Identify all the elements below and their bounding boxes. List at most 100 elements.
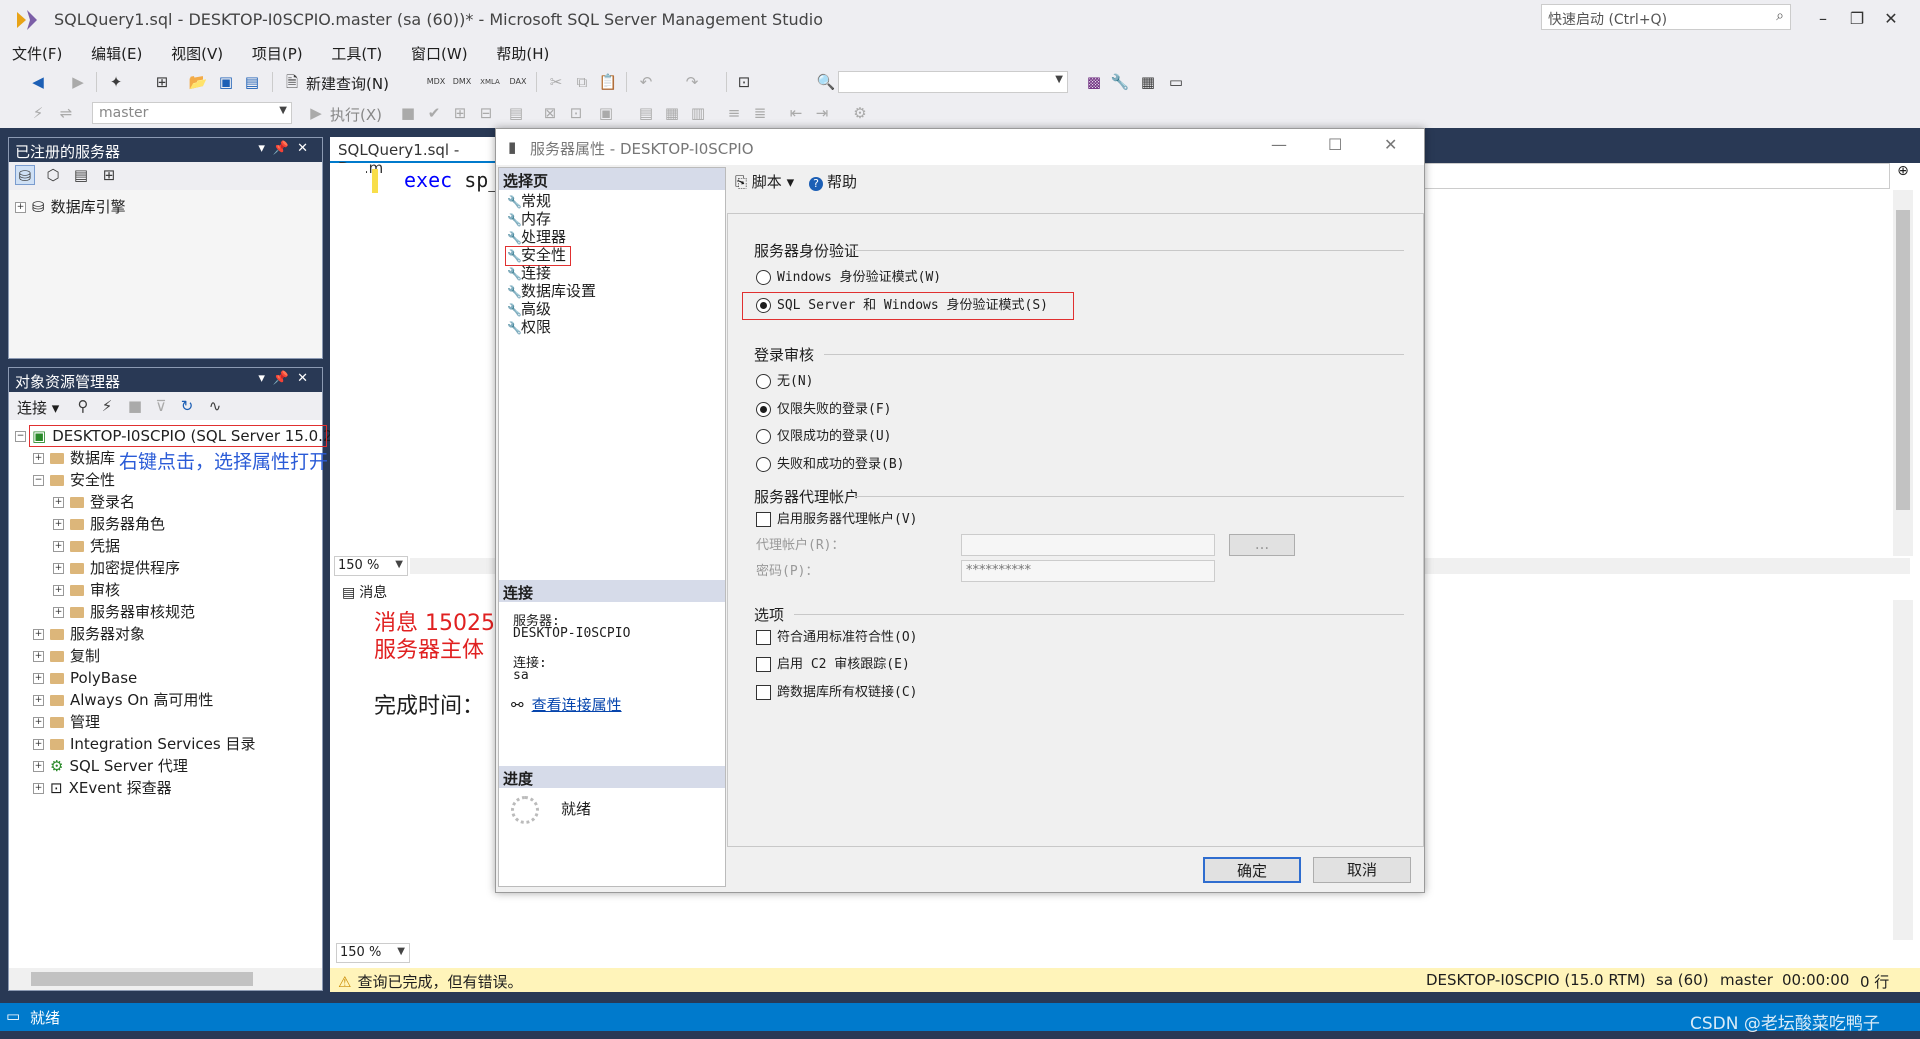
filter-icon[interactable]: ⊽ [151,396,171,416]
outdent-icon[interactable]: ⇤ [786,103,806,123]
zoom-select-bottom[interactable]: 150 % ▼ [336,943,410,963]
find-icon[interactable]: 🔍 [816,72,836,92]
execute-button[interactable]: 执行(X) [330,104,382,125]
stop-icon[interactable]: ■ [398,103,418,123]
save-icon[interactable]: ▣ [216,72,236,92]
reporting-services-icon[interactable]: ▤ [71,165,91,185]
tree-node-polybase[interactable]: + PolyBase [33,667,137,689]
tree-node-management[interactable]: + 管理 [33,711,100,733]
estimated-plan-icon[interactable]: ⊞ [450,103,470,123]
dialog-close-button[interactable]: ✕ [1384,135,1397,154]
split-icon[interactable]: ⊕ [1893,163,1913,185]
tree-node-server-roles[interactable]: + 服务器角色 [53,513,165,535]
menu-project[interactable]: 项目(P) [240,40,315,64]
pin-icon[interactable]: 📌 [273,371,297,386]
proxy-password-input[interactable]: ********** [961,560,1215,582]
connect-dropdown[interactable]: 连接 ▾ [17,397,59,418]
results-text-icon[interactable]: ▤ [636,103,656,123]
proxy-enable-checkbox[interactable]: 启用服务器代理帐户(V) [756,510,917,530]
tree-node-database-engine[interactable]: + ⛁ 数据库引擎 [15,196,126,218]
intellisense-icon[interactable]: ▤ [506,103,526,123]
results-grid-icon[interactable]: ▦ [662,103,682,123]
script-button[interactable]: ⎘ 脚本 ▾ [735,171,794,192]
forward-icon[interactable]: ▶ [68,72,88,92]
view-connection-properties[interactable]: ⚯ 查看连接属性 [511,694,622,715]
copy-icon[interactable]: ⧉ [572,72,592,92]
tree-node-integration-services[interactable]: + Integration Services 目录 [33,733,255,755]
audit-both-radio[interactable]: 失败和成功的登录(B) [756,455,904,475]
cancel-button[interactable]: 取消 [1313,857,1411,883]
properties-icon[interactable]: 🔧 [1110,72,1130,92]
tree-node-always-on[interactable]: + Always On 高可用性 [33,689,213,711]
page-general[interactable]: 🔧常规 [507,192,551,210]
page-memory[interactable]: 🔧内存 [507,210,551,228]
tree-node-security[interactable]: − 安全性 [33,469,115,491]
page-database-settings[interactable]: 🔧数据库设置 [507,282,596,300]
dialog-minimize-button[interactable]: — [1271,135,1287,154]
page-advanced[interactable]: 🔧高级 [507,300,551,318]
option-c2-audit-checkbox[interactable]: 启用 C2 审核跟踪(E) [756,655,910,675]
tree-node-databases[interactable]: + 数据库 [33,447,115,469]
tree-node-logins[interactable]: + 登录名 [53,491,135,513]
find-combo[interactable]: ▼ [838,71,1068,93]
redo-icon[interactable]: ↷ [682,72,702,92]
close-window-button[interactable]: ✕ [1874,6,1908,32]
back-icon[interactable]: ◀ [28,72,48,92]
results-vscroll[interactable] [1893,600,1913,940]
results-file-icon[interactable]: ▥ [688,103,708,123]
editor-vscroll[interactable] [1893,190,1913,556]
change-connection-icon[interactable]: ⇌ [56,103,76,123]
save-all-icon[interactable]: ▤ [242,72,262,92]
auth-windows-radio[interactable]: Windows 身份验证模式(W) [756,268,941,288]
menu-edit[interactable]: 编辑(E) [79,40,154,64]
dax-query-icon[interactable]: DAX [508,72,528,92]
hscroll-thumb[interactable] [31,972,253,986]
zoom-select-top[interactable]: 150 % ▼ [334,556,408,576]
activity-icon[interactable]: ∿ [205,396,225,416]
tree-node-xevent[interactable]: + ⊡ XEvent 探查器 [33,777,172,799]
output-window-icon[interactable]: ▭ [1166,72,1186,92]
audit-success-radio[interactable]: 仅限成功的登录(U) [756,427,891,447]
add-item-icon[interactable]: ⊞ [152,72,172,92]
audit-failed-radio[interactable]: 仅限失败的登录(F) [756,400,891,420]
tree-node-sql-agent[interactable]: + ⚙ SQL Server 代理 [33,755,188,777]
open-file-icon[interactable]: 📂 [188,72,208,92]
tree-node-audits[interactable]: + 审核 [53,579,120,601]
new-query-button[interactable]: 新建查询(N) [306,73,389,94]
menu-file[interactable]: 文件(F) [0,40,74,64]
menu-tools[interactable]: 工具(T) [319,40,394,64]
code-line-1[interactable]: exec sp_ [404,168,500,192]
quick-launch-input[interactable]: 快速启动 (Ctrl+Q) ⌕ [1541,4,1791,30]
execute-icon[interactable]: ▶ [306,103,326,123]
panel-close-icon[interactable]: ✕ [297,371,316,386]
proxy-browse-button[interactable]: ... [1229,534,1295,556]
dmx-query-icon[interactable]: DMX [452,72,472,92]
panel-menu-icon[interactable]: ▾ [258,141,273,156]
document-tab[interactable]: SQLQuery1.sql - D....m [330,137,496,177]
ok-button[interactable]: 确定 [1203,857,1301,883]
refresh-icon[interactable]: ↻ [177,396,197,416]
proxy-account-input[interactable] [961,534,1215,556]
panel-menu-icon[interactable]: ▾ [258,371,273,386]
option-common-criteria-checkbox[interactable]: 符合通用标准符合性(O) [756,628,917,648]
audit-none-radio[interactable]: 无(N) [756,372,813,392]
vscroll-thumb[interactable] [1896,210,1910,510]
activity-monitor-icon[interactable]: ⊡ [734,72,754,92]
menu-view[interactable]: 视图(V) [159,40,235,64]
template-params-icon[interactable]: ⚙ [850,103,870,123]
client-stats-icon[interactable]: ▣ [596,103,616,123]
database-engine-icon[interactable]: ⛁ [15,165,35,185]
analysis-services-icon[interactable]: ⬡ [43,165,63,185]
object-explorer-hscroll[interactable] [9,968,322,990]
tree-node-crypto-providers[interactable]: + 加密提供程序 [53,557,180,579]
tree-node-replication[interactable]: + 复制 [33,645,100,667]
undo-icon[interactable]: ↶ [636,72,656,92]
panel-close-icon[interactable]: ✕ [297,141,316,156]
vs-icon[interactable]: ▩ [1084,72,1104,92]
page-processors[interactable]: 🔧处理器 [507,228,566,246]
restore-button[interactable]: ❐ [1840,6,1874,32]
messages-tab[interactable]: ▤ 消息 [338,580,398,602]
indent-icon[interactable]: ⇥ [812,103,832,123]
uncomment-icon[interactable]: ≣ [750,103,770,123]
menu-window[interactable]: 窗口(W) [399,40,480,64]
